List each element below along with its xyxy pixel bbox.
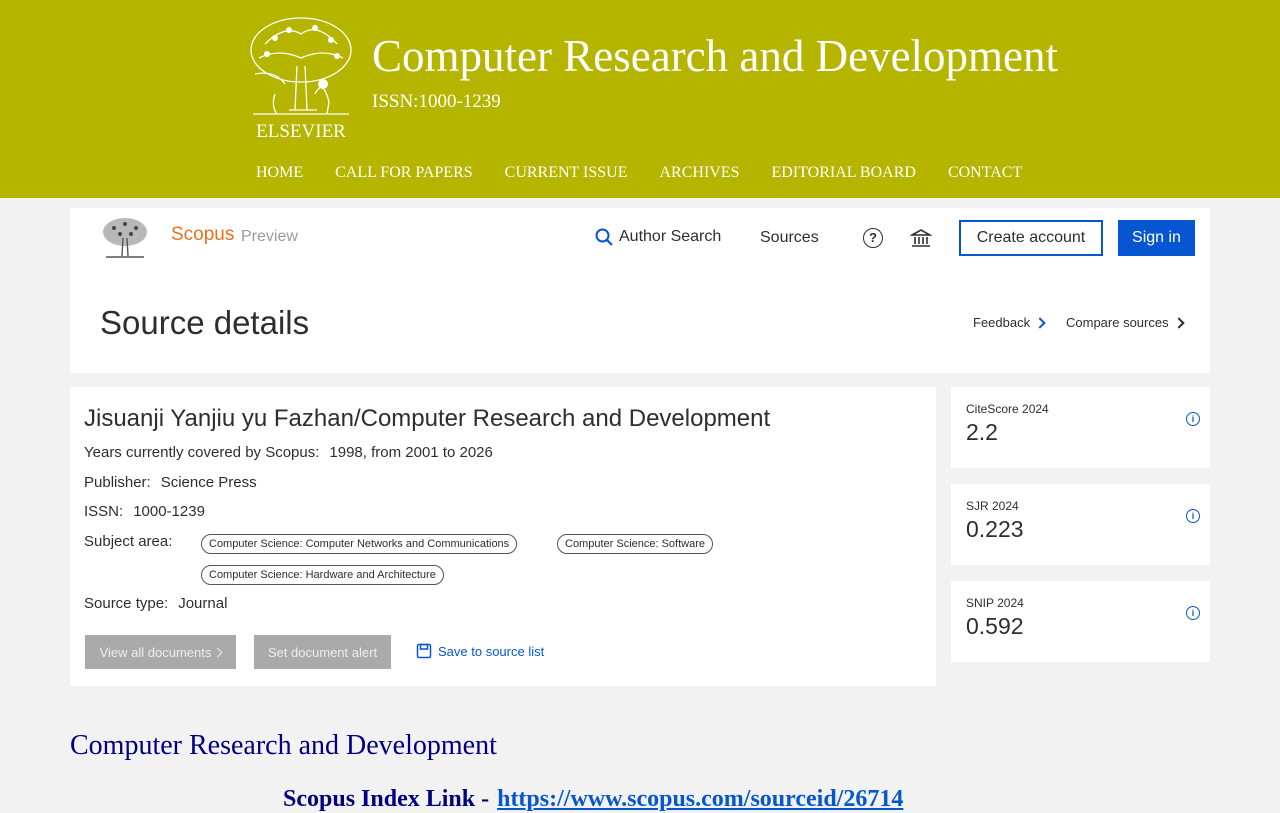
metric-value: 2.2 <box>966 419 998 445</box>
nav-editorial-board[interactable]: EDITORIAL BOARD <box>756 164 932 184</box>
elsevier-tree-icon <box>103 218 147 258</box>
publisher-value: Science Press <box>160 474 257 491</box>
journal-title: Jisuanji Yanjiu yu Fazhan/Computer Resea… <box>84 405 771 432</box>
chevron-right-icon <box>212 647 223 657</box>
metric-label: SJR 2024 <box>966 499 1019 513</box>
main-nav: HOME CALL FOR PAPERS CURRENT ISSUE ARCHI… <box>240 164 1038 184</box>
nav-current-issue[interactable]: CURRENT ISSUE <box>489 164 644 184</box>
sources-link[interactable]: Sources <box>760 229 819 247</box>
feedback-link[interactable]: Feedback <box>973 315 1046 330</box>
sign-in-button[interactable]: Sign in <box>1118 220 1195 256</box>
help-icon[interactable]: ? <box>863 228 883 248</box>
scopus-index-link[interactable]: https://www.scopus.com/sourceid/26714 <box>497 786 903 812</box>
save-to-source-list-link[interactable]: Save to source list <box>416 643 544 659</box>
years-covered-row: Years currently covered by Scopus: 1998, … <box>84 444 493 461</box>
elsevier-logo[interactable]: ELSEVIER <box>245 14 357 142</box>
metric-value: 0.592 <box>966 613 1024 639</box>
issn-label: ISSN: <box>84 503 124 520</box>
scopus-header: Scopus Preview Author Search Sources ? C… <box>70 208 1210 373</box>
info-icon[interactable]: i <box>1186 412 1200 426</box>
site-issn: ISSN:1000-1239 <box>372 91 501 112</box>
compare-sources-link[interactable]: Compare sources <box>1066 315 1185 330</box>
publisher-row: Publisher: Science Press <box>84 474 257 491</box>
save-to-source-list-label: Save to source list <box>438 643 545 659</box>
subject-chip[interactable]: Computer Science: Software <box>557 534 714 554</box>
source-type-label: Source type: <box>84 595 169 612</box>
metric-label: SNIP 2024 <box>966 596 1024 610</box>
metric-label: CiteScore 2024 <box>966 402 1049 416</box>
compare-sources-label: Compare sources <box>1066 315 1169 330</box>
view-all-documents-button[interactable]: View all documents <box>85 635 236 669</box>
journal-heading: Computer Research and Development <box>70 730 497 761</box>
metric-value: 0.223 <box>966 516 1024 542</box>
sjr-card: SJR 2024 0.223 i <box>951 484 1210 565</box>
years-covered-label: Years currently covered by Scopus: <box>84 444 320 461</box>
scopus-brand[interactable]: Scopus <box>171 224 234 246</box>
nav-contact[interactable]: CONTACT <box>932 164 1038 184</box>
citescore-card: CiteScore 2024 2.2 i <box>951 387 1210 468</box>
journal-info-card: Jisuanji Yanjiu yu Fazhan/Computer Resea… <box>70 387 936 686</box>
source-type-value: Journal <box>178 595 228 612</box>
author-search-label: Author Search <box>619 228 722 245</box>
years-covered-value: 1998, from 2001 to 2026 <box>329 444 493 461</box>
create-account-button[interactable]: Create account <box>959 220 1103 256</box>
scopus-preview-label: Preview <box>241 228 298 245</box>
subject-chip[interactable]: Computer Science: Hardware and Architect… <box>201 565 444 585</box>
issn-value: 1000-1239 <box>133 503 205 520</box>
site-header: ELSEVIER Computer Research and Developme… <box>0 0 1280 198</box>
nav-home[interactable]: HOME <box>240 164 319 184</box>
set-document-alert-button[interactable]: Set document alert <box>254 635 391 669</box>
scopus-index-label: Scopus Index Link - <box>283 786 490 812</box>
info-icon[interactable]: i <box>1186 606 1200 620</box>
view-all-documents-label: View all documents <box>99 644 212 660</box>
search-icon <box>595 228 613 246</box>
issn-row: ISSN: 1000-1239 <box>84 503 205 520</box>
save-icon <box>416 643 432 659</box>
nav-call-for-papers[interactable]: CALL FOR PAPERS <box>319 164 489 184</box>
site-title: Computer Research and Development <box>372 31 1059 81</box>
svg-text:ELSEVIER: ELSEVIER <box>256 121 346 142</box>
source-type-row: Source type: Journal <box>84 595 227 612</box>
nav-archives[interactable]: ARCHIVES <box>643 164 755 184</box>
chevron-right-icon <box>1034 316 1046 329</box>
publisher-label: Publisher: <box>84 474 151 491</box>
info-icon[interactable]: i <box>1186 509 1200 523</box>
institution-icon[interactable] <box>910 227 932 249</box>
subject-chip[interactable]: Computer Science: Computer Networks and … <box>201 534 518 554</box>
snip-card: SNIP 2024 0.592 i <box>951 581 1210 662</box>
author-search-link[interactable]: Author Search <box>595 228 721 246</box>
chevron-right-icon <box>1172 316 1185 329</box>
feedback-label: Feedback <box>973 315 1031 330</box>
page-title: Source details <box>100 304 310 341</box>
subject-area-label: Subject area: <box>84 533 173 550</box>
